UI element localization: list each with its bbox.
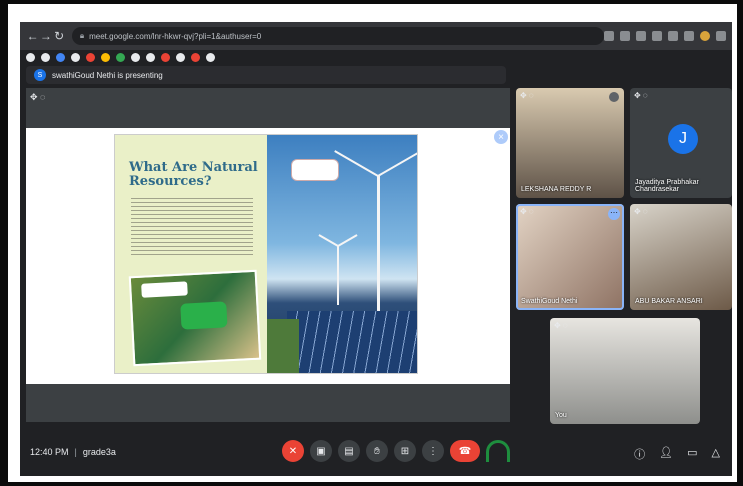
presenting-chip[interactable]: S swathiGoud Nethi is presenting	[26, 66, 506, 84]
turbine-blade	[377, 150, 417, 177]
back-icon[interactable]: ←	[26, 29, 39, 43]
ext-icon[interactable]	[176, 52, 185, 62]
participant-tile[interactable]: ✥ ◌ ABU BAKAR ANSARI	[630, 204, 732, 310]
turbine-tower	[337, 245, 339, 305]
fuel-nozzle	[180, 301, 228, 330]
chat-icon[interactable]: ▭	[687, 446, 697, 462]
mic-off-icon	[609, 92, 619, 102]
people-icon[interactable]: 👤︎	[659, 446, 673, 462]
pin-icon[interactable]: ✥ ◌	[634, 207, 648, 216]
participant-name: Jayaditya Prabhakar Chandrasekar	[635, 179, 699, 193]
ext-icon[interactable]	[131, 52, 140, 62]
ext-icon[interactable]	[146, 52, 155, 62]
lock-icon: 🔒︎	[79, 31, 85, 40]
book-spread: What Are Natural Resources?	[114, 134, 418, 374]
self-view-tile[interactable]: ✥ ◌ You	[550, 318, 700, 424]
browser-actions	[604, 31, 726, 41]
ext-icon[interactable]	[101, 52, 110, 62]
wind-turbine-photo	[267, 135, 417, 373]
ext-icon[interactable]	[86, 52, 95, 62]
address-bar[interactable]: 🔒︎ meet.google.com/lnr-hkwr-qvj?pli=1&au…	[71, 27, 604, 45]
share-icon[interactable]	[636, 31, 646, 41]
ext-icon[interactable]	[116, 52, 125, 62]
meeting-code: grade3a	[82, 447, 116, 457]
photo-caption	[141, 281, 188, 298]
reload-icon[interactable]: ↻	[53, 29, 66, 43]
turbine-blade	[334, 150, 379, 177]
pin-icon[interactable]: ✥ ◌	[634, 91, 648, 100]
call-controls: ✕ ▣ ▤ ✋︎ ⊞ ⋮ ☎︎	[282, 440, 510, 462]
pin-icon[interactable]: ✥ ◌	[30, 92, 45, 103]
mic-off-button[interactable]: ✕	[282, 440, 304, 462]
participant-name: LEKSHANA REDDY R	[521, 186, 592, 193]
ext-icon[interactable]	[56, 52, 65, 62]
turbine-blade	[377, 176, 379, 226]
ext-icon[interactable]	[206, 52, 215, 62]
pin-icon[interactable]: ✥ ◌	[520, 91, 534, 100]
camera-button[interactable]: ▣	[310, 440, 332, 462]
slide-body-text	[131, 195, 253, 255]
gauge-icon[interactable]	[486, 440, 510, 462]
extensions-icon[interactable]	[668, 31, 678, 41]
participant-tile[interactable]: ✥ ◌ J Jayaditya Prabhakar Chandrasekar	[630, 88, 732, 198]
presentation-tile: ✥ ◌ × What Are Natural Resources?	[26, 88, 510, 422]
star-icon[interactable]	[652, 31, 662, 41]
fuel-pump-photo	[128, 269, 262, 367]
pin-icon[interactable]: ✥ ◌	[520, 207, 534, 216]
profile-icon[interactable]	[700, 31, 710, 41]
grass	[267, 319, 299, 373]
participant-avatar: J	[668, 124, 698, 154]
end-call-button[interactable]: ☎︎	[450, 440, 480, 462]
ext-icon[interactable]	[26, 52, 35, 62]
menu-icon[interactable]	[716, 31, 726, 41]
close-icon[interactable]: ×	[494, 130, 508, 144]
more-options-icon[interactable]: ⋯	[608, 208, 620, 220]
window-icon[interactable]	[684, 31, 694, 41]
activities-icon[interactable]: △	[712, 446, 720, 462]
ext-icon[interactable]	[71, 52, 80, 62]
turbine-blade	[318, 234, 339, 247]
book-page-left: What Are Natural Resources?	[115, 135, 267, 373]
captions-button[interactable]: ▤	[338, 440, 360, 462]
zoom-icon[interactable]	[620, 31, 630, 41]
side-panel-controls: ⓘ 👤︎ ▭ △	[634, 446, 720, 462]
extension-bar	[20, 50, 732, 64]
participant-name: SwathiGoud Nethi	[521, 298, 578, 305]
participant-name: You	[555, 412, 567, 419]
meeting-toolbar: 12:40 PM | grade3a ✕ ▣ ▤ ✋︎ ⊞ ⋮ ☎︎ ⓘ 👤︎ …	[20, 432, 732, 476]
meeting-time: 12:40 PM	[30, 447, 69, 457]
slide-title: What Are Natural Resources?	[129, 160, 258, 189]
presenting-text: swathiGoud Nethi is presenting	[52, 70, 163, 80]
meeting-info: 12:40 PM | grade3a	[30, 447, 116, 457]
separator: |	[74, 447, 77, 457]
photo-callout	[291, 159, 339, 181]
ext-icon[interactable]	[41, 52, 50, 62]
ext-icon[interactable]	[191, 52, 200, 62]
participant-name: ABU BAKAR ANSARI	[635, 298, 703, 305]
outer-frame: ← → ↻ 🔒︎ meet.google.com/lnr-hkwr-qvj?pl…	[0, 0, 743, 486]
participant-tile[interactable]: ✥ ◌ ⋯ SwathiGoud Nethi	[516, 204, 624, 310]
presenter-avatar: S	[34, 69, 46, 81]
meet-window: ← → ↻ 🔒︎ meet.google.com/lnr-hkwr-qvj?pl…	[20, 22, 732, 476]
url-text: meet.google.com/lnr-hkwr-qvj?pli=1&authu…	[89, 31, 262, 41]
key-icon[interactable]	[604, 31, 614, 41]
turbine-blade	[337, 234, 358, 247]
browser-toolbar: ← → ↻ 🔒︎ meet.google.com/lnr-hkwr-qvj?pl…	[20, 22, 732, 50]
solar-panels	[287, 311, 417, 373]
pin-icon[interactable]: ✥ ◌	[554, 321, 568, 330]
screenshot-border: ← → ↻ 🔒︎ meet.google.com/lnr-hkwr-qvj?pl…	[8, 4, 737, 482]
ext-icon[interactable]	[161, 52, 170, 62]
info-icon[interactable]: ⓘ	[634, 446, 645, 462]
more-options-button[interactable]: ⋮	[422, 440, 444, 462]
forward-icon[interactable]: →	[39, 29, 52, 43]
present-button[interactable]: ⊞	[394, 440, 416, 462]
participant-tile[interactable]: ✥ ◌ LEKSHANA REDDY R	[516, 88, 624, 198]
raise-hand-button[interactable]: ✋︎	[366, 440, 388, 462]
